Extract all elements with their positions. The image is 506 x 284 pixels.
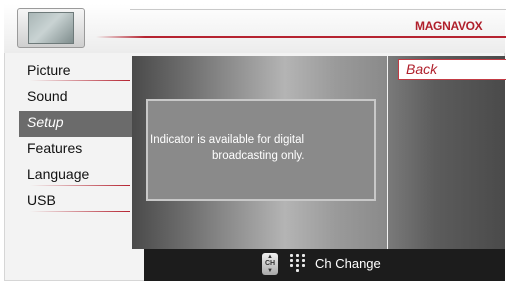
menu-item-sound[interactable]: Sound — [19, 85, 131, 111]
menu-divider — [30, 80, 130, 81]
back-button[interactable]: Back — [398, 59, 506, 80]
main-menu: Picture Sound Setup Features Language US… — [19, 59, 132, 215]
tv-icon — [17, 8, 85, 48]
brand-logo: MAGNAVOX — [415, 19, 483, 33]
menu-item-features[interactable]: Features — [19, 137, 131, 163]
menu-divider — [30, 211, 130, 212]
submenu-panel — [388, 56, 505, 281]
channel-button-icon: ▲ CH ▼ — [262, 253, 278, 275]
info-message-line1: Indicator is available for digital — [150, 134, 305, 146]
info-message-line2: broadcasting only. — [212, 150, 305, 162]
menu-item-setup[interactable]: Setup — [19, 111, 132, 137]
header-accent-line — [96, 36, 506, 38]
tv-screen-shape — [28, 12, 74, 44]
info-message: Indicator is available for digital broad… — [150, 132, 370, 164]
channel-change-hint: Ch Change — [315, 256, 381, 271]
menu-item-picture[interactable]: Picture — [19, 59, 131, 85]
menu-divider — [30, 185, 130, 186]
top-divider — [130, 9, 506, 10]
keypad-icon — [290, 254, 308, 274]
